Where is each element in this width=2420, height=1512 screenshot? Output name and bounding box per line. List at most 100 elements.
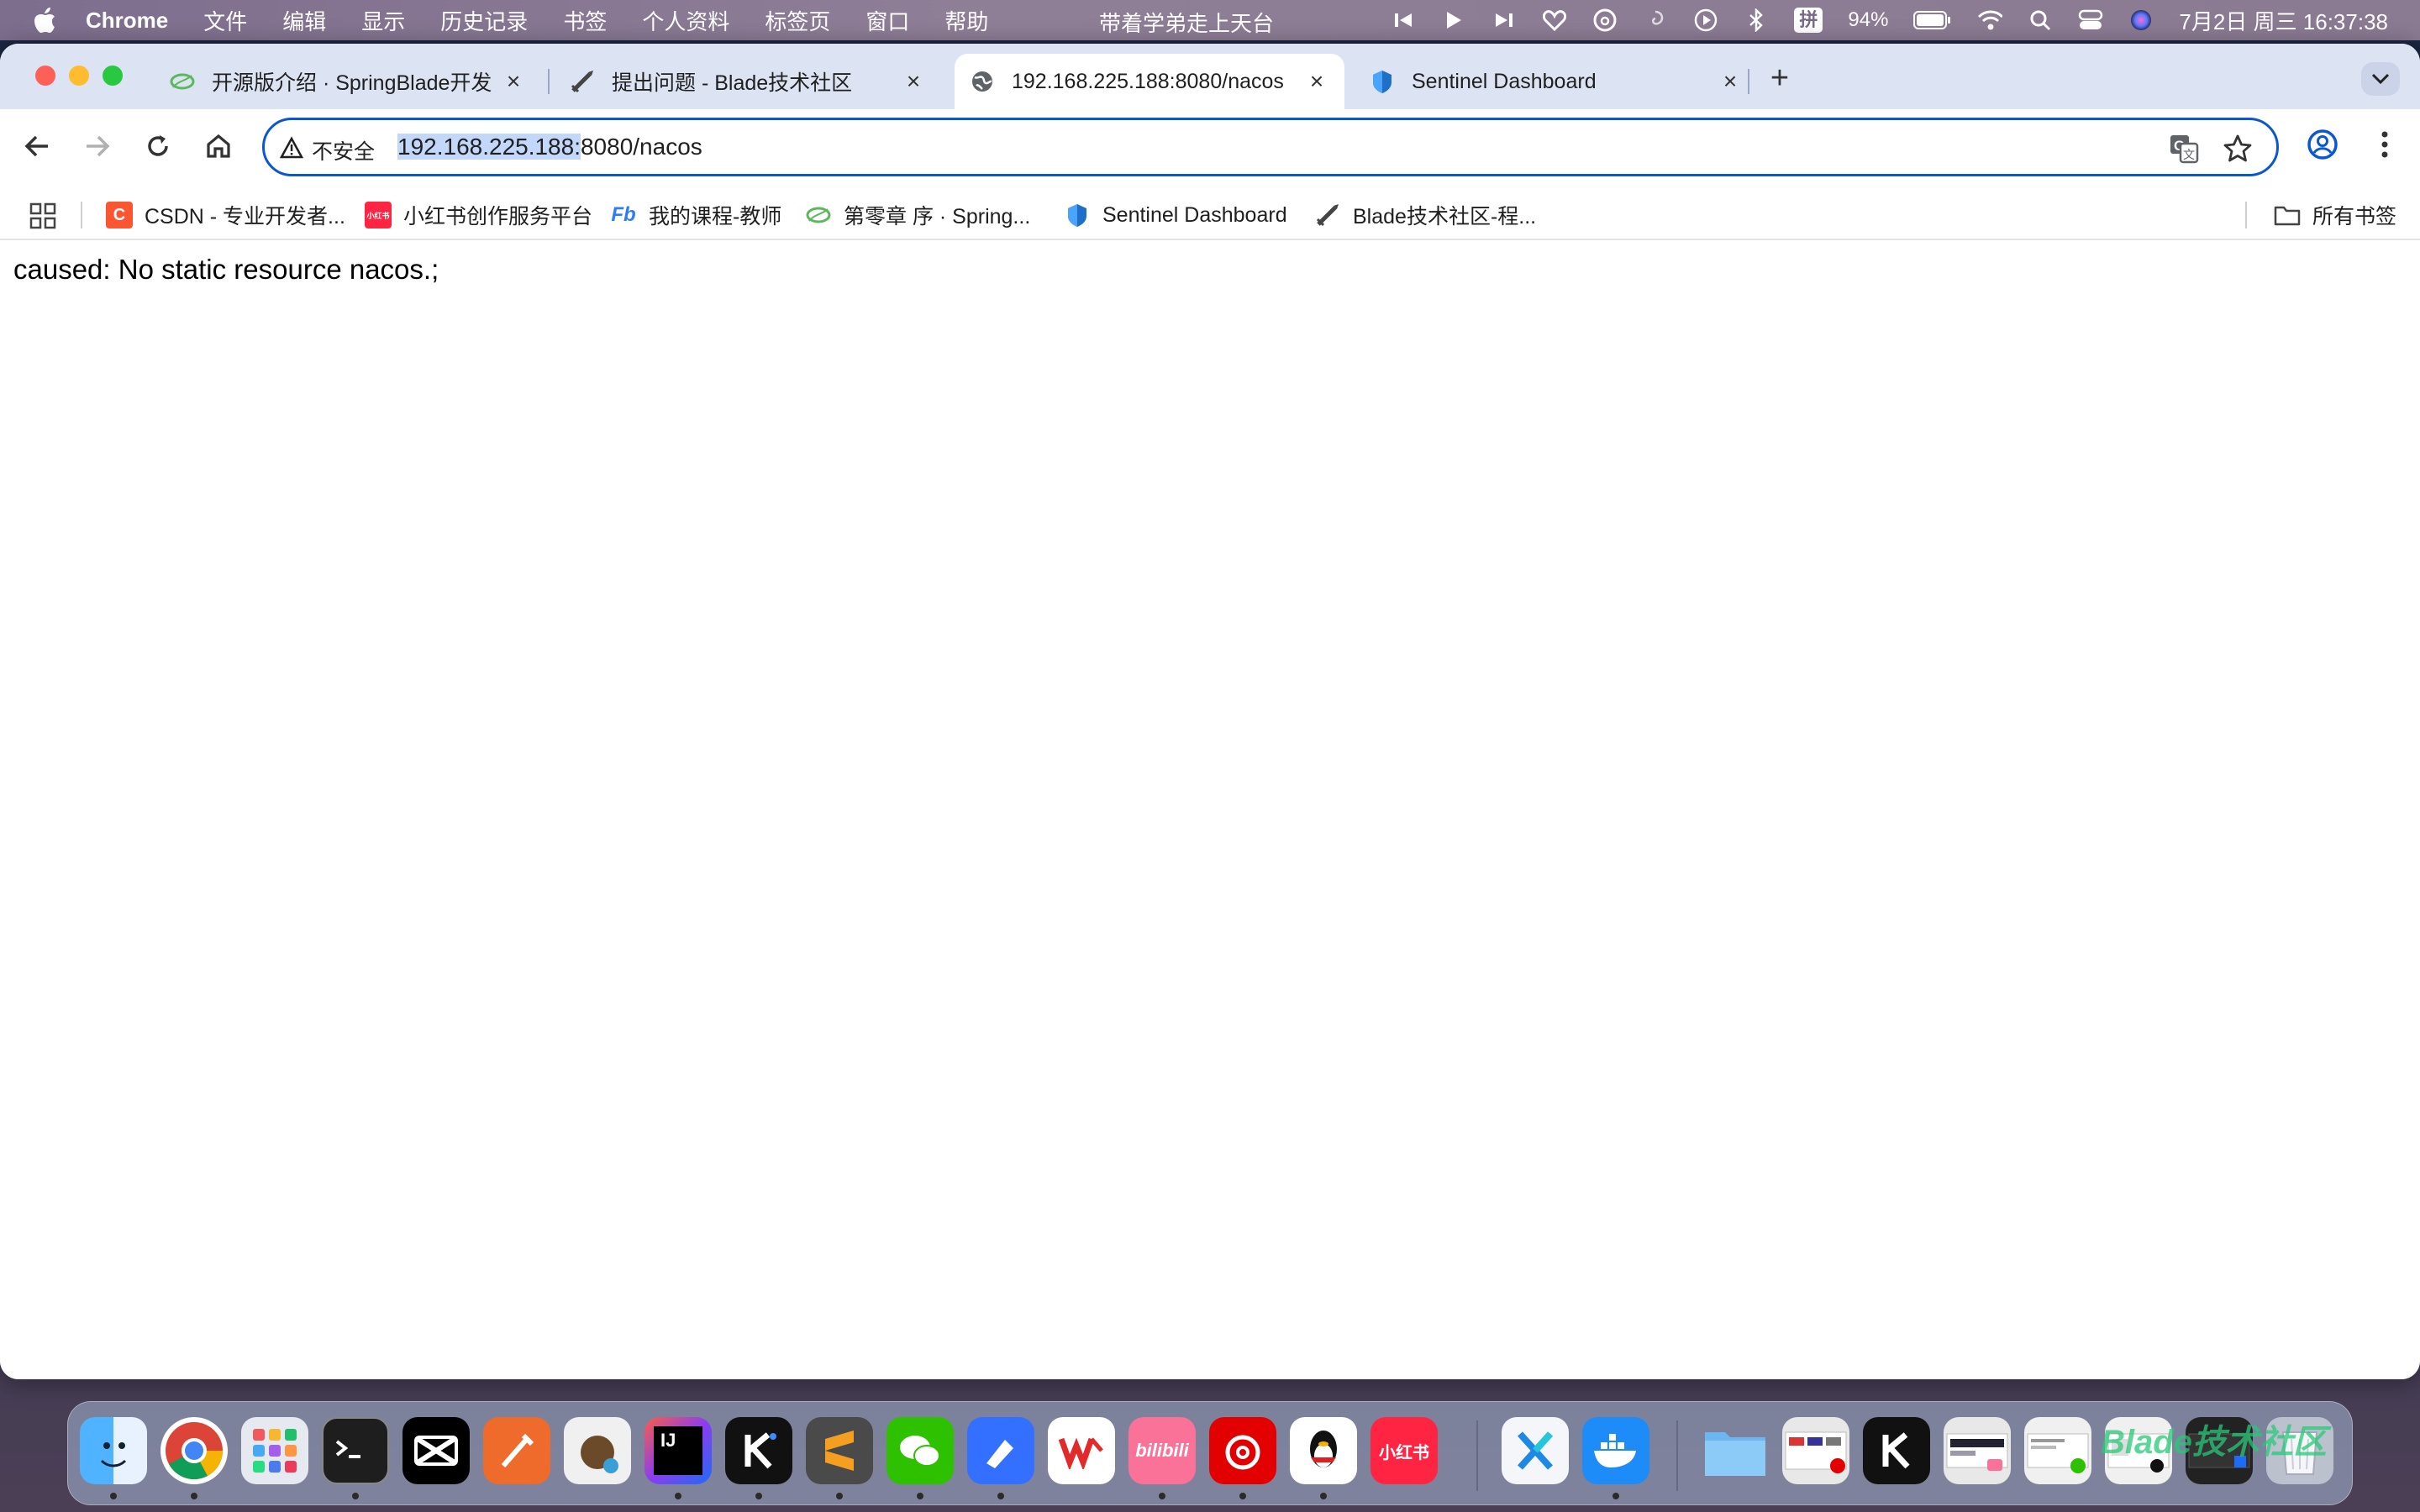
docker-icon[interactable] <box>1582 1417 1649 1484</box>
dock-separator <box>1676 1420 1678 1491</box>
battery-icon[interactable] <box>1913 8 1952 33</box>
springblade-leaf-icon <box>170 69 195 94</box>
postman-icon[interactable] <box>483 1417 550 1484</box>
blade-sword-icon <box>1314 202 1341 228</box>
wps-office-icon[interactable] <box>1048 1417 1115 1484</box>
previous-track-icon[interactable] <box>1391 8 1416 33</box>
url-text[interactable]: 192.168.225.188:8080/nacos <box>397 134 702 160</box>
now-playing-title[interactable]: 带着学弟走上天台 <box>1099 7 1274 38</box>
back-button[interactable] <box>18 128 55 165</box>
minimize-window-button[interactable] <box>69 66 89 86</box>
bilibili-icon[interactable]: bilibili <box>1128 1417 1196 1484</box>
url-selected-text: 192.168.225.188: <box>397 134 581 160</box>
menu-file[interactable]: 文件 <box>203 5 247 36</box>
fullscreen-window-button[interactable] <box>103 66 123 86</box>
chrome-icon[interactable] <box>160 1417 228 1484</box>
tab-title: Sentinel Dashboard <box>1412 69 1597 93</box>
menu-tabs[interactable]: 标签页 <box>765 5 830 36</box>
tab-close-button[interactable]: × <box>901 69 926 94</box>
downloads-folder-icon[interactable] <box>1702 1417 1769 1484</box>
siri-icon[interactable] <box>2128 8 2154 33</box>
recent-window-thumbnail-icon[interactable] <box>1782 1417 1849 1484</box>
bluetooth-icon[interactable] <box>1744 8 1769 33</box>
bookmark-label: CSDN - 专业开发者... <box>145 205 345 228</box>
control-center-icon[interactable] <box>2078 8 2103 33</box>
menu-bookmarks[interactable]: 书签 <box>563 5 607 36</box>
terminal-icon[interactable] <box>322 1417 389 1484</box>
apps-grid-icon[interactable] <box>29 202 57 230</box>
folder-icon <box>2274 202 2301 228</box>
playback-circle-icon[interactable] <box>1693 8 1718 33</box>
tab-search-button[interactable] <box>2361 62 2400 96</box>
security-status-label[interactable]: 不安全 <box>312 135 375 165</box>
spotlight-search-icon[interactable] <box>2028 8 2053 33</box>
feishu-docs-icon[interactable] <box>967 1417 1034 1484</box>
menu-history[interactable]: 历史记录 <box>440 5 528 36</box>
bookmark-my-courses[interactable]: Fb 我的课程-教师 <box>610 198 781 232</box>
menu-profiles[interactable]: 个人资料 <box>642 5 729 36</box>
sublime-text-icon[interactable] <box>806 1417 873 1484</box>
launchpad-icon[interactable] <box>241 1417 308 1484</box>
netease-music-icon[interactable] <box>1592 8 1618 33</box>
blade-sword-icon <box>570 69 595 94</box>
recent-window-thumbnail-icon[interactable] <box>1944 1417 2011 1484</box>
warning-triangle-icon[interactable] <box>280 136 303 160</box>
bookmark-spring-chapter[interactable]: 第零章 序 · Spring... <box>805 198 1030 232</box>
finder-icon[interactable] <box>80 1417 147 1484</box>
all-bookmarks-folder[interactable]: 所有书签 <box>2274 198 2396 232</box>
intellij-idea-icon[interactable]: IJ <box>644 1417 712 1484</box>
tab-close-button[interactable]: × <box>501 69 526 94</box>
bookmark-csdn[interactable]: C CSDN - 专业开发者... <box>106 198 345 232</box>
qq-icon[interactable] <box>1290 1417 1357 1484</box>
recent-window-thumbnail-icon[interactable] <box>2024 1417 2091 1484</box>
forward-button[interactable] <box>79 128 116 165</box>
reload-button[interactable] <box>139 128 176 165</box>
input-method-icon[interactable]: 拼 <box>1794 8 1823 33</box>
bookmark-xiaohongshu[interactable]: 小红书 小红书创作服务平台 <box>365 198 592 232</box>
tab-nacos-active[interactable]: 192.168.225.188:8080/nacos × <box>955 54 1344 109</box>
profile-avatar-icon[interactable] <box>2306 128 2339 161</box>
reload-icon <box>148 135 168 156</box>
kimi-window-icon[interactable] <box>1863 1417 1930 1484</box>
tab-close-button[interactable]: × <box>1718 69 1743 94</box>
bookmark-label: Blade技术社区-程... <box>1353 205 1537 228</box>
intellij-label: IJ <box>654 1426 702 1475</box>
menu-help[interactable]: 帮助 <box>944 5 988 36</box>
menu-view[interactable]: 显示 <box>361 5 405 36</box>
kimi-app-icon[interactable] <box>725 1417 792 1484</box>
home-icon <box>207 134 230 158</box>
tab-springblade[interactable]: 开源版介绍 · SpringBlade开发 × <box>155 54 541 109</box>
bookmark-sentinel[interactable]: Sentinel Dashboard <box>1064 198 1287 232</box>
home-button[interactable] <box>200 128 237 165</box>
tab-sentinel-dashboard[interactable]: Sentinel Dashboard × <box>1355 54 1758 109</box>
tab-close-button[interactable]: × <box>1304 69 1329 94</box>
new-tab-button[interactable]: + <box>1765 62 1795 94</box>
bookmark-blade-community[interactable]: Blade技术社区-程... <box>1314 198 1536 232</box>
netease-cloud-music-icon[interactable] <box>1209 1417 1276 1484</box>
bookmark-star-icon[interactable] <box>2223 134 2253 164</box>
menu-edit[interactable]: 编辑 <box>282 5 326 36</box>
menubar-clock[interactable]: 7月2日 周三 16:37:38 <box>2179 5 2388 36</box>
heart-icon[interactable] <box>1542 8 1567 33</box>
xiaohongshu-icon[interactable]: 小红书 <box>1370 1417 1438 1484</box>
squirrel-app-icon[interactable] <box>564 1417 631 1484</box>
translate-icon[interactable]: G文 <box>2169 134 2199 164</box>
wechat-icon[interactable] <box>886 1417 954 1484</box>
swirl-app-icon[interactable] <box>1643 8 1668 33</box>
sentinel-shield-icon <box>1064 202 1091 228</box>
close-window-button[interactable] <box>35 66 55 86</box>
menu-app-name[interactable]: Chrome <box>86 8 168 34</box>
tab-blade-community[interactable]: 提出问题 - Blade技术社区 × <box>555 54 941 109</box>
play-icon[interactable] <box>1441 8 1466 33</box>
bookmark-separator <box>2245 202 2247 228</box>
tab-title: 开源版介绍 · SpringBlade开发 <box>212 71 492 95</box>
wifi-icon[interactable] <box>1977 8 2003 33</box>
next-track-icon[interactable] <box>1491 8 1517 33</box>
capcut-icon[interactable] <box>402 1417 470 1484</box>
menu-window[interactable]: 窗口 <box>865 5 909 36</box>
xmind-icon[interactable] <box>1502 1417 1569 1484</box>
address-bar[interactable]: 不安全 192.168.225.188:8080/nacos G文 <box>262 118 2279 176</box>
running-indicator <box>1612 1493 1619 1499</box>
apple-logo-icon[interactable] <box>34 8 57 33</box>
more-menu-icon[interactable] <box>2368 128 2402 161</box>
